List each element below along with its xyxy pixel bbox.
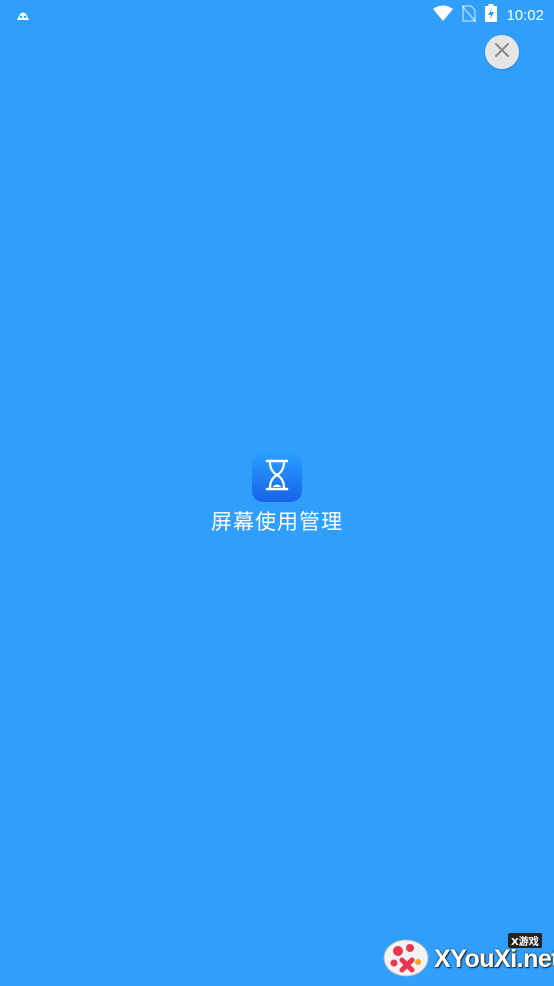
app-icon xyxy=(252,452,302,502)
close-button[interactable] xyxy=(485,35,519,69)
notification-icon xyxy=(16,6,30,25)
status-clock: 10:02 xyxy=(506,6,544,24)
splash-screen: 10:02 屏幕使用管理 X游戏 XYouXi.net xyxy=(0,0,554,986)
status-right: 10:02 xyxy=(433,4,544,26)
battery-charging-icon xyxy=(485,4,498,26)
close-icon xyxy=(494,42,510,62)
watermark-text: XYouXi.net xyxy=(434,945,554,973)
no-sim-icon xyxy=(461,4,478,26)
gamepad-icon xyxy=(382,936,432,984)
hourglass-icon xyxy=(264,458,290,496)
wifi-icon xyxy=(433,5,454,25)
status-left xyxy=(16,6,30,25)
app-name: 屏幕使用管理 xyxy=(211,510,343,534)
watermark-logo: X游戏 XYouXi.net xyxy=(380,928,554,984)
app-splash: 屏幕使用管理 xyxy=(0,452,554,536)
status-bar: 10:02 xyxy=(0,0,554,30)
